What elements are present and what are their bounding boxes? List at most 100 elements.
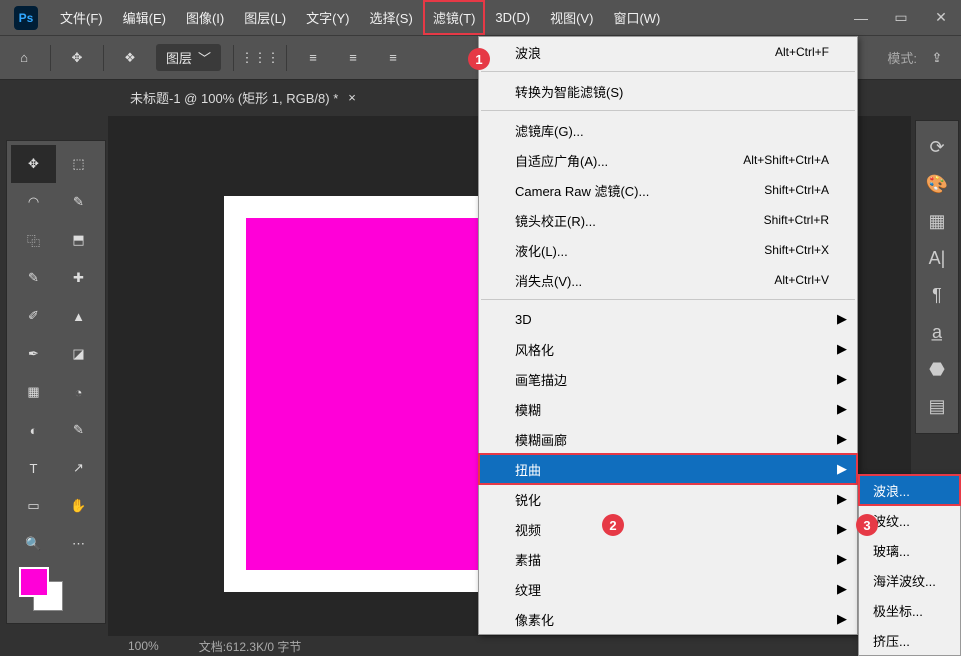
align-center-icon[interactable]: ≡ <box>339 44 367 72</box>
close-tab-icon[interactable]: × <box>348 90 356 105</box>
layers-icon[interactable]: ❖ <box>116 44 144 72</box>
submenu-arrow-icon: ▶ <box>837 521 847 537</box>
minimize-button[interactable]: — <box>841 0 881 36</box>
eraser-tool[interactable]: ◪ <box>56 335 101 373</box>
mode-label: 模式: <box>887 48 917 67</box>
healing-tool[interactable]: ✚ <box>56 259 101 297</box>
lasso-tool[interactable]: ◠ <box>11 183 56 221</box>
swatches-panel-icon[interactable]: ▦ <box>928 211 945 232</box>
submenu-arrow-icon: ▶ <box>837 311 847 327</box>
filter-item[interactable]: 液化(L)...Shift+Ctrl+X <box>479 235 857 265</box>
annotation-badge-3: 3 <box>856 514 878 536</box>
filter-submenu-item[interactable]: 画笔描边▶ <box>479 364 857 394</box>
type-tool[interactable]: T <box>11 449 56 487</box>
history-panel-icon[interactable]: ⟳ <box>929 137 944 158</box>
filter-submenu-item[interactable]: 锐化▶ <box>479 484 857 514</box>
menu-select[interactable]: 选择(S) <box>359 0 422 35</box>
color-swatches[interactable] <box>11 563 101 619</box>
window-controls: — ▭ ✕ <box>841 0 961 36</box>
align-left-icon[interactable]: ≡ <box>299 44 327 72</box>
menu-separator <box>481 71 855 72</box>
filter-item[interactable]: Camera Raw 滤镜(C)...Shift+Ctrl+A <box>479 175 857 205</box>
blur-tool[interactable]: ◔ <box>56 373 101 411</box>
dodge-tool[interactable]: ◐ <box>11 411 56 449</box>
filter-submenu-item[interactable]: 像素化▶ <box>479 604 857 634</box>
submenu-arrow-icon: ▶ <box>837 401 847 417</box>
distort-item[interactable]: 极坐标... <box>859 595 960 625</box>
move-tool-icon[interactable]: ✥ <box>63 44 91 72</box>
menubar: Ps 文件(F) 编辑(E) 图像(I) 图层(L) 文字(Y) 选择(S) 滤… <box>0 0 961 36</box>
submenu-arrow-icon: ▶ <box>837 371 847 387</box>
move-tool[interactable]: ✥ <box>11 145 56 183</box>
home-icon[interactable]: ⌂ <box>10 44 38 72</box>
status-zoom[interactable]: 100% <box>108 639 159 653</box>
maximize-button[interactable]: ▭ <box>881 0 921 36</box>
align-right-icon[interactable]: ≡ <box>379 44 407 72</box>
menu-view[interactable]: 视图(V) <box>540 0 603 35</box>
submenu-arrow-icon: ▶ <box>837 611 847 627</box>
filter-last-used[interactable]: 波浪 Alt+Ctrl+F <box>479 37 857 67</box>
annotation-badge-1: 1 <box>468 48 490 70</box>
annotation-badge-2: 2 <box>602 514 624 536</box>
filter-item[interactable]: 消失点(V)...Alt+Ctrl+V <box>479 265 857 295</box>
distort-item[interactable]: 玻璃... <box>859 535 960 565</box>
close-button[interactable]: ✕ <box>921 0 961 36</box>
filter-submenu-item[interactable]: 3D▶ <box>479 304 857 334</box>
filter-submenu-item[interactable]: 风格化▶ <box>479 334 857 364</box>
hand-tool[interactable]: ✋ <box>56 487 101 525</box>
paragraph-panel-icon[interactable]: ¶ <box>932 285 942 306</box>
eyedropper-tool[interactable]: ✎ <box>11 259 56 297</box>
crop-tool[interactable]: ⿻ <box>11 221 56 259</box>
target-layer-label: 图层 <box>166 48 192 67</box>
target-layer-dropdown[interactable]: 图层 ﹀ <box>156 44 221 71</box>
distort-item[interactable]: 波浪... <box>859 475 960 505</box>
menu-3d[interactable]: 3D(D) <box>485 2 540 33</box>
distort-item[interactable]: 海洋波纹... <box>859 565 960 595</box>
submenu-arrow-icon: ▶ <box>837 431 847 447</box>
menu-image[interactable]: 图像(I) <box>176 0 234 35</box>
path-tool[interactable]: ↗ <box>56 449 101 487</box>
menu-type[interactable]: 文字(Y) <box>296 0 359 35</box>
marquee-tool[interactable]: ⬚ <box>56 145 101 183</box>
status-doc-info[interactable]: 文档:612.3K/0 字节 <box>199 638 302 655</box>
filter-submenu-item[interactable]: 素描▶ <box>479 544 857 574</box>
zoom-tool[interactable]: 🔍 <box>11 525 56 563</box>
filter-item[interactable]: 滤镜库(G)... <box>479 115 857 145</box>
filter-item[interactable]: 镜头校正(R)...Shift+Ctrl+R <box>479 205 857 235</box>
filter-item[interactable]: 自适应广角(A)...Alt+Shift+Ctrl+A <box>479 145 857 175</box>
gradient-tool[interactable]: ▦ <box>11 373 56 411</box>
align-grid-icon[interactable]: ⋮⋮⋮ <box>246 44 274 72</box>
color-panel-icon[interactable]: 🎨 <box>926 174 948 195</box>
menu-separator <box>481 299 855 300</box>
filter-submenu-item[interactable]: 扭曲▶ <box>479 454 857 484</box>
3d-panel-icon[interactable]: ⬣ <box>929 359 945 380</box>
submenu-arrow-icon: ▶ <box>837 581 847 597</box>
pen-tool[interactable]: ✎ <box>56 411 101 449</box>
menu-filter[interactable]: 滤镜(T) <box>423 0 486 35</box>
menu-edit[interactable]: 编辑(E) <box>113 0 176 35</box>
filter-submenu-item[interactable]: 纹理▶ <box>479 574 857 604</box>
shape-tool[interactable]: ▭ <box>11 487 56 525</box>
menu-window[interactable]: 窗口(W) <box>603 0 670 35</box>
slice-tool[interactable]: ⬒ <box>56 221 101 259</box>
brush-tool[interactable]: ✐ <box>11 297 56 335</box>
distort-item[interactable]: 挤压... <box>859 625 960 655</box>
menu-file[interactable]: 文件(F) <box>50 0 113 35</box>
history-brush-tool[interactable]: ✒ <box>11 335 56 373</box>
glyphs-panel-icon[interactable]: a̲ <box>932 322 942 343</box>
character-panel-icon[interactable]: A| <box>929 248 946 269</box>
edit-toolbar[interactable]: ⋯ <box>56 525 101 563</box>
stamp-tool[interactable]: ▲ <box>56 297 101 335</box>
filter-convert-smart[interactable]: 转换为智能滤镜(S) <box>479 76 857 106</box>
filter-submenu-item[interactable]: 模糊画廊▶ <box>479 424 857 454</box>
quick-select-tool[interactable]: ✎ <box>56 183 101 221</box>
menu-layer[interactable]: 图层(L) <box>234 0 296 35</box>
filter-submenu-item[interactable]: 模糊▶ <box>479 394 857 424</box>
export-icon[interactable]: ⇪ <box>923 44 951 72</box>
foreground-color-swatch[interactable] <box>19 567 49 597</box>
submenu-arrow-icon: ▶ <box>837 551 847 567</box>
submenu-arrow-icon: ▶ <box>837 461 847 477</box>
document-tab[interactable]: 未标题-1 @ 100% (矩形 1, RGB/8) * × <box>120 80 366 114</box>
filter-submenu-item[interactable]: 视频▶ <box>479 514 857 544</box>
layers-panel-icon[interactable]: ▤ <box>928 396 945 417</box>
